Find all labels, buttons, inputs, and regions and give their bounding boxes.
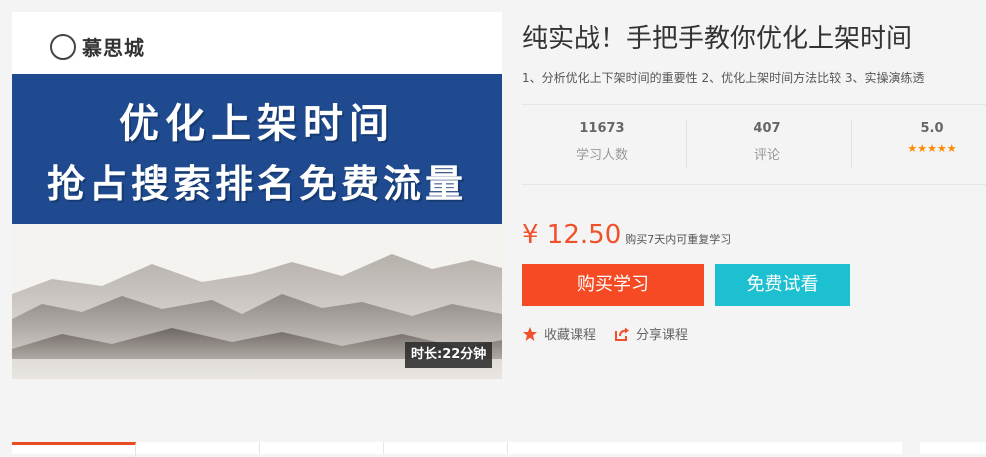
cover-header: 慕思城 [12, 12, 502, 74]
cover-headline-2: 抢占搜索排名免费流量 [46, 160, 467, 206]
course-detail: 慕思城 优化上架时间 抢占搜索排名免费流量 时长:22分钟 纯实战！手把手教你优… [0, 0, 986, 457]
tab[interactable] [136, 442, 260, 454]
brand-logo: 慕思城 [50, 32, 145, 61]
share-course-link[interactable]: 分享课程 [614, 324, 688, 343]
course-stats: 11673 学习人数 407 评论 5.0 ★★★★★ [522, 104, 986, 185]
cover-headline-1: 优化上架时间 [119, 99, 395, 147]
stat-rating: 5.0 ★★★★★ [852, 121, 986, 155]
rating-stars-icon: ★★★★★ [907, 142, 957, 155]
sidebar-panel [920, 442, 986, 454]
free-trial-button[interactable]: 免费试看 [715, 264, 850, 306]
favorite-course-link[interactable]: 收藏课程 [522, 324, 596, 343]
favorite-label: 收藏课程 [544, 328, 597, 343]
course-price: ¥ 12.50 [522, 220, 622, 250]
logo-seal-icon [50, 33, 76, 60]
comments-count: 407 [753, 121, 781, 136]
buy-button[interactable]: 购买学习 [522, 264, 704, 306]
course-tabs [12, 442, 902, 457]
course-cover-image[interactable]: 慕思城 优化上架时间 抢占搜索排名免费流量 时长:22分钟 [12, 12, 502, 379]
tab[interactable] [260, 442, 384, 454]
logo-text: 慕思城 [82, 36, 145, 60]
rating-value: 5.0 [920, 121, 944, 136]
stat-comments: 407 评论 [687, 121, 847, 163]
tab-active[interactable] [12, 442, 136, 457]
star-icon [523, 326, 537, 341]
share-label: 分享课程 [636, 328, 689, 343]
tab[interactable] [384, 442, 508, 454]
comments-label[interactable]: 评论 [687, 144, 847, 163]
duration-badge: 时长:22分钟 [405, 342, 493, 368]
course-title: 纯实战！手把手教你优化上架时间 [522, 24, 913, 54]
price-note: 购买7天内可重复学习 [625, 233, 732, 246]
students-count: 11673 [579, 121, 625, 136]
course-description: 1、分析优化上下架时间的重要性 2、优化上架时间方法比较 3、实操演练透 [522, 71, 925, 85]
price-row: ¥ 12.50 购买7天内可重复学习 [522, 220, 731, 250]
share-icon [615, 327, 629, 341]
cover-banner: 优化上架时间 抢占搜索排名免费流量 [12, 74, 502, 224]
stat-students: 11673 学习人数 [522, 121, 682, 163]
students-label: 学习人数 [575, 148, 628, 163]
